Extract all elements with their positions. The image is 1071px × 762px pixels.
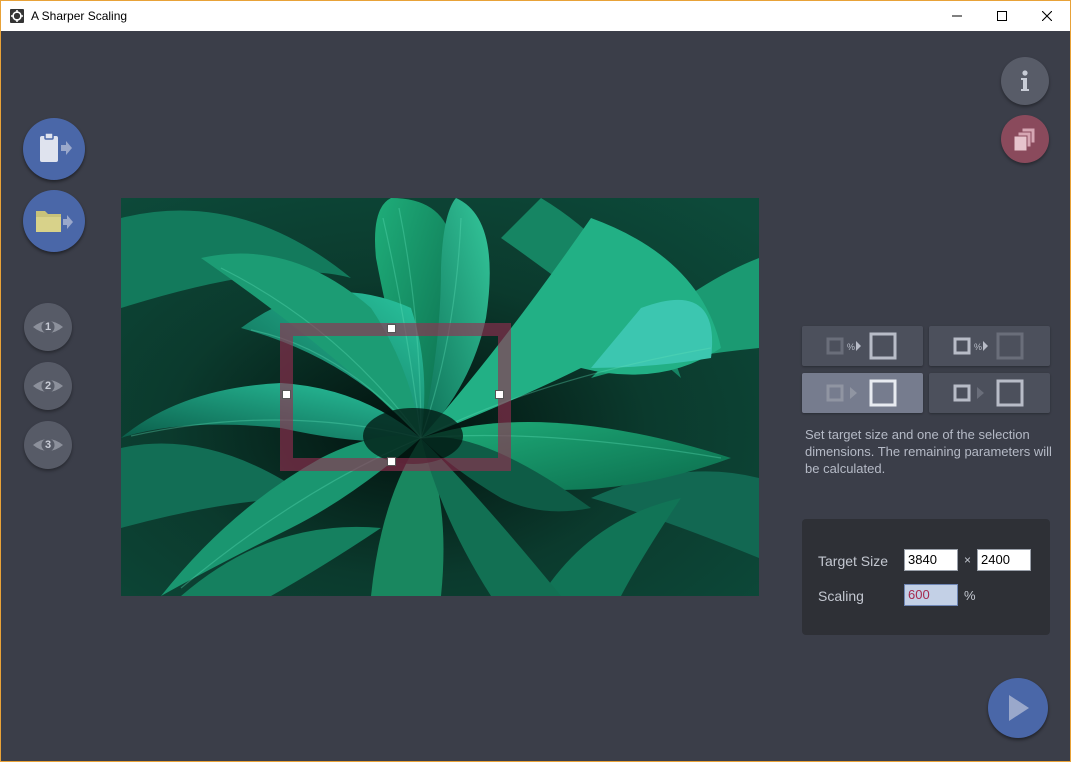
main-area: 1 2 3 % % Set target size and one of the… bbox=[1, 31, 1070, 761]
source-to-target-box-icon bbox=[953, 379, 1023, 407]
preview-2-button[interactable]: 2 bbox=[24, 362, 72, 410]
folder-open-icon bbox=[36, 211, 73, 232]
batch-button[interactable] bbox=[1001, 115, 1049, 163]
mode-percent-target-button[interactable]: % bbox=[802, 326, 923, 366]
target-height-input[interactable]: 2400 bbox=[977, 549, 1031, 571]
mode-percent-source-button[interactable]: % bbox=[929, 326, 1050, 366]
target-width-input[interactable]: 3840 bbox=[904, 549, 958, 571]
image-preview[interactable] bbox=[121, 198, 759, 596]
scaling-unit: % bbox=[964, 588, 976, 603]
info-icon bbox=[1021, 70, 1029, 91]
mode-target-size-button[interactable] bbox=[802, 373, 923, 413]
selection-handle-right[interactable] bbox=[495, 390, 504, 399]
app-window: A Sharper Scaling 1 2 3 % % Set target s… bbox=[0, 0, 1071, 762]
preview-1-label: 1 bbox=[44, 321, 52, 333]
maximize-icon bbox=[997, 11, 1007, 21]
title-bar[interactable]: A Sharper Scaling bbox=[1, 1, 1070, 31]
selection-handle-bottom[interactable] bbox=[387, 457, 396, 466]
target-size-label: Target Size bbox=[818, 553, 889, 569]
app-icon bbox=[10, 9, 24, 23]
preview-3-label: 3 bbox=[44, 439, 52, 451]
play-icon bbox=[1009, 695, 1029, 721]
minimize-icon bbox=[952, 15, 962, 17]
run-button[interactable] bbox=[988, 678, 1048, 738]
window-title: A Sharper Scaling bbox=[31, 9, 128, 23]
mode-target-box-button[interactable] bbox=[929, 373, 1050, 413]
preview-3-button[interactable]: 3 bbox=[24, 421, 72, 469]
close-button[interactable] bbox=[1024, 1, 1070, 31]
maximize-button[interactable] bbox=[979, 1, 1025, 31]
source-percent-to-target-alt-icon: % bbox=[953, 332, 1023, 360]
preview-2-label: 2 bbox=[44, 380, 52, 392]
selection-rectangle[interactable] bbox=[280, 323, 511, 471]
svg-text:%: % bbox=[974, 342, 982, 352]
minimize-button[interactable] bbox=[934, 1, 980, 31]
open-file-button[interactable] bbox=[23, 190, 85, 252]
selection-handle-top[interactable] bbox=[387, 324, 396, 333]
stacked-layers-icon bbox=[1013, 127, 1036, 152]
paste-clipboard-button[interactable] bbox=[23, 118, 85, 180]
source-to-target-size-icon bbox=[826, 379, 896, 407]
target-settings-panel: Target Size 3840 × 2400 Scaling 600 % bbox=[802, 519, 1050, 635]
info-button[interactable] bbox=[1001, 57, 1049, 105]
selection-handle-left[interactable] bbox=[282, 390, 291, 399]
close-icon bbox=[1042, 11, 1052, 21]
times-sign: × bbox=[964, 553, 972, 567]
mode-description: Set target size and one of the selection… bbox=[805, 427, 1052, 476]
preview-1-button[interactable]: 1 bbox=[24, 303, 72, 351]
scaling-label: Scaling bbox=[818, 588, 864, 604]
source-percent-to-target-icon: % bbox=[826, 332, 896, 360]
clipboard-paste-icon bbox=[40, 132, 72, 162]
scaling-input[interactable]: 600 bbox=[904, 584, 958, 606]
